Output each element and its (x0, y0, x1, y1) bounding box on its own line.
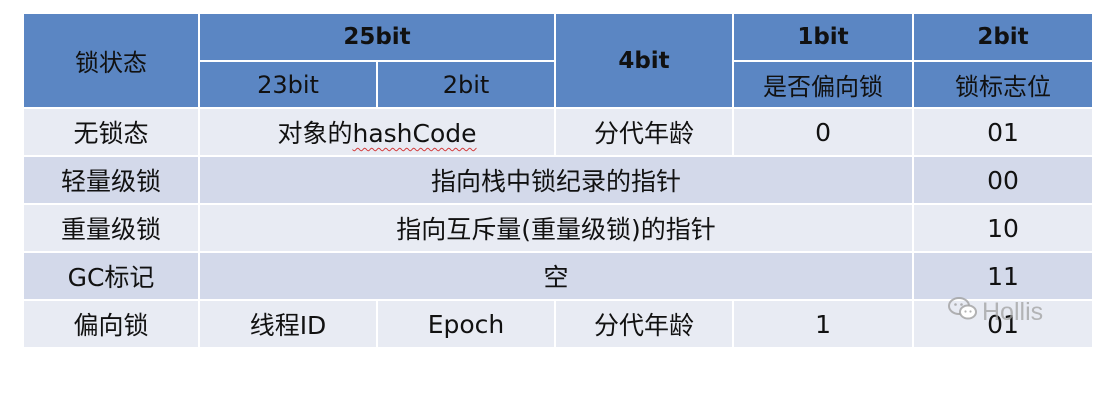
header-1bit: 1bit (732, 12, 915, 62)
header-biased-flag: 是否偏向锁 (732, 60, 915, 109)
row-biased: 1 (732, 299, 915, 349)
row-biased: 0 (732, 107, 915, 157)
row-state: 轻量级锁 (22, 155, 200, 205)
row-flag: 10 (912, 203, 1095, 253)
row-flag: 01 (912, 299, 1095, 349)
row-age: 分代年龄 (554, 299, 735, 349)
row-age: 分代年龄 (554, 107, 735, 157)
row-content: 指向互斥量(重量级锁)的指针 (197, 203, 915, 253)
header-4bit: 4bit (554, 12, 735, 109)
row-thread: 线程ID (198, 299, 378, 349)
row-epoch: Epoch (375, 299, 557, 349)
header-2bit-lock: 2bit (912, 12, 1095, 62)
table-row-heavyweight: 重量级锁 指向互斥量(重量级锁)的指针 10 (22, 203, 1095, 253)
table-row-gc: GC标记 空 11 (22, 251, 1095, 301)
row-hashcode-cell: 对象的hashCode (197, 107, 557, 157)
row-state: 偏向锁 (22, 299, 200, 349)
table-row-unlocked: 无锁态 对象的hashCode 分代年龄 0 01 (22, 107, 1095, 157)
row-flag: 01 (912, 107, 1095, 157)
row-flag: 11 (912, 251, 1095, 301)
header-2bit: 2bit (375, 60, 557, 109)
header-row-1: 锁状态 25bit 4bit 1bit 2bit (22, 12, 1095, 109)
header-lock-flag: 锁标志位 (912, 60, 1095, 109)
header-25bit: 25bit (197, 12, 557, 62)
row-state: GC标记 (22, 251, 200, 301)
row-state: 无锁态 (22, 107, 200, 157)
row-state: 重量级锁 (22, 203, 200, 253)
hash-code-text: hashCode (352, 119, 477, 148)
table-row-biased: 偏向锁 线程ID Epoch 分代年龄 1 01 (22, 299, 1095, 349)
hash-prefix: 对象的 (277, 119, 353, 148)
header-23bit: 23bit (198, 60, 378, 109)
row-content: 空 (197, 251, 915, 301)
header-lock-state: 锁状态 (22, 12, 200, 109)
row-content: 指向栈中锁纪录的指针 (197, 155, 915, 205)
mark-word-table: 锁状态 25bit 4bit 1bit 2bit 23bit 2bit 是否偏向… (22, 12, 1095, 349)
table-row-lightweight: 轻量级锁 指向栈中锁纪录的指针 00 (22, 155, 1095, 205)
row-flag: 00 (912, 155, 1095, 205)
